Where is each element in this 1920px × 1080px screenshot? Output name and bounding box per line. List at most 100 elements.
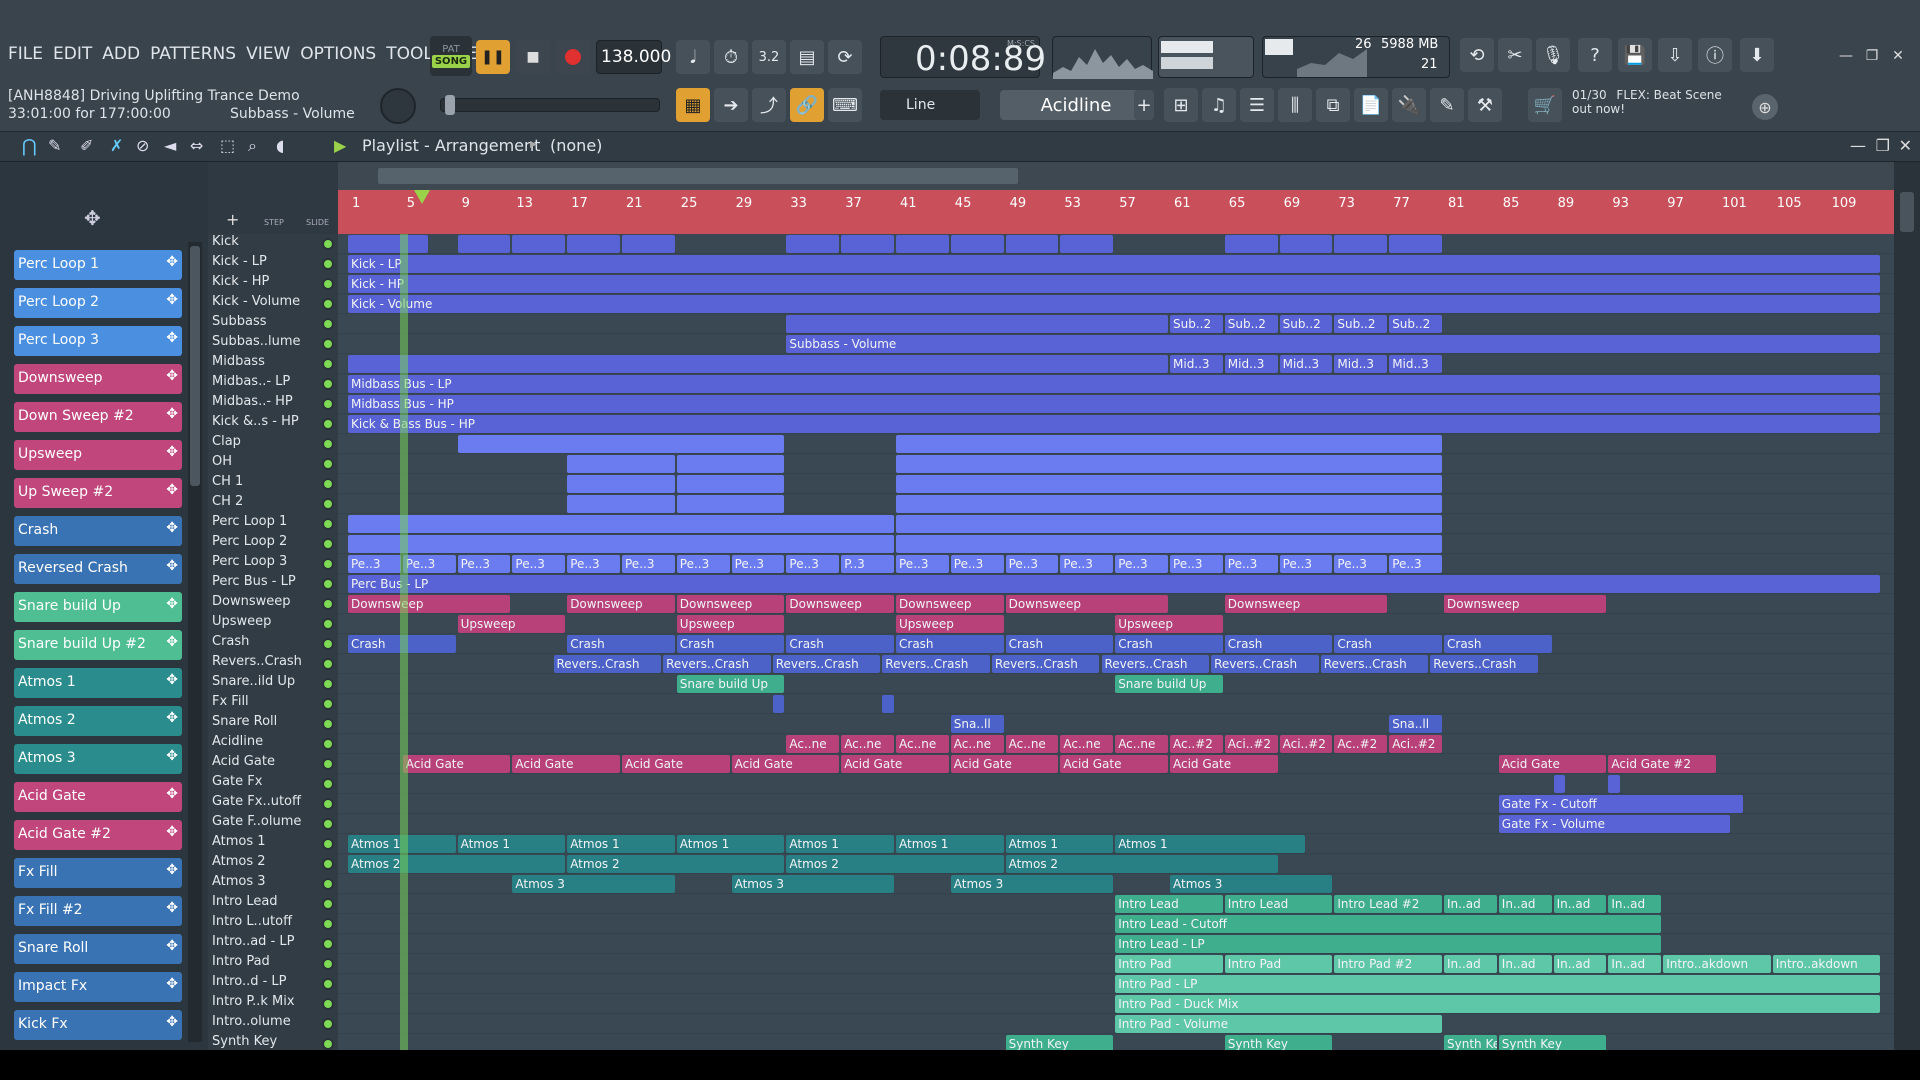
playlist-clip[interactable]: Atmos 3 — [950, 875, 1114, 893]
pattern-move-icon[interactable]: ✥ — [166, 938, 178, 954]
playlist-clip[interactable]: Pe..3 — [1115, 555, 1168, 573]
playlist-clip[interactable]: Pe..3 — [950, 555, 1004, 573]
pattern-item[interactable]: Fx Fill ✥ — [14, 858, 182, 888]
playlist-clip[interactable]: Gate Fx - Volume — [1498, 815, 1730, 833]
track-header[interactable]: Snare..ild Up — [212, 674, 338, 694]
track-lane[interactable]: Intro Pad - LP — [338, 974, 1894, 994]
playlist-clip[interactable]: Mid..3 — [1224, 355, 1278, 373]
playlist-clip[interactable]: Pe..3 — [1389, 555, 1442, 573]
playlist-clip[interactable] — [882, 695, 894, 713]
playlist-clip[interactable]: Acid Gate — [1498, 755, 1607, 773]
track-mute-led[interactable] — [322, 358, 334, 370]
playlist-clip[interactable]: Aci..#2 — [1279, 735, 1333, 753]
pattern-item[interactable]: Reversed Crash ✥ — [14, 554, 182, 584]
playlist-clip[interactable]: Mid..3 — [1279, 355, 1333, 373]
info-icon[interactable]: ⓘ — [1698, 38, 1732, 72]
menu-file[interactable]: FILE — [8, 44, 43, 64]
menu-patterns[interactable]: PATTERNS — [150, 44, 236, 64]
track-mute-led[interactable] — [322, 458, 334, 470]
playlist-clip[interactable]: In..ad — [1444, 895, 1497, 913]
pattern-selector[interactable]: Acidline — [1000, 90, 1152, 120]
playlist-clip[interactable]: Intro Lead — [1115, 895, 1223, 913]
pattern-item[interactable]: Impact Fx ✥ — [14, 972, 182, 1002]
pattern-item[interactable]: Fx Fill #2 ✥ — [14, 896, 182, 926]
playlist-clip[interactable] — [896, 535, 1442, 553]
playlist-clip[interactable]: Atmos 1 — [567, 835, 675, 853]
track-header[interactable]: CH 1 — [212, 474, 338, 494]
playlist-clip[interactable]: Downsweep — [1224, 595, 1388, 613]
pattern-item[interactable]: Perc Loop 2 ✥ — [14, 288, 182, 318]
add-track-icon[interactable]: + — [226, 210, 239, 229]
playlist-clip[interactable] — [841, 235, 894, 253]
link-icon[interactable]: 🔗 — [790, 88, 824, 122]
pattern-item[interactable]: Snare Roll ✥ — [14, 934, 182, 964]
track-header[interactable]: Snare Roll — [212, 714, 338, 734]
browser-icon[interactable]: ☰ — [1240, 88, 1274, 122]
playlist-clip[interactable]: Revers..Crash — [1211, 655, 1319, 673]
playlist-clip[interactable]: In..ad — [1608, 895, 1662, 913]
playlist-clip[interactable]: Downsweep — [896, 595, 1004, 613]
playlist-close-button[interactable]: ✕ — [1899, 136, 1912, 155]
playlist-clip[interactable] — [1060, 235, 1114, 253]
track-header[interactable]: Perc Loop 1 — [212, 514, 338, 534]
track-mute-led[interactable] — [322, 558, 334, 570]
track-mute-led[interactable] — [322, 978, 334, 990]
track-mute-led[interactable] — [322, 898, 334, 910]
record-button[interactable] — [556, 40, 590, 74]
playlist-clip[interactable]: Revers..Crash — [772, 655, 881, 673]
track-mute-led[interactable] — [322, 538, 334, 550]
track-header[interactable]: Kick &..s - HP — [212, 414, 338, 434]
track-lane[interactable]: Kick - Volume — [338, 294, 1894, 314]
playlist-clip[interactable]: Atmos 1 — [896, 835, 1004, 853]
playlist-clip[interactable]: P..3 — [841, 555, 894, 573]
time-display[interactable]: 0:08:89 M:S:CS — [880, 36, 1046, 79]
track-lane[interactable]: Gate Fx - Volume — [338, 814, 1894, 834]
track-header[interactable]: Crash — [212, 634, 338, 654]
playlist-clip[interactable] — [457, 435, 785, 453]
playlist-clip[interactable]: Kick - HP — [348, 275, 1881, 293]
track-mute-led[interactable] — [322, 1038, 334, 1050]
playlist-clip[interactable]: Acid Gate — [512, 755, 620, 773]
playlist-clip[interactable]: Pe..3 — [567, 555, 620, 573]
tool-zoom-icon[interactable]: ⌕ — [248, 136, 257, 156]
news-panel[interactable]: 01/30 FLEX: Beat Scene out now! — [1572, 88, 1772, 128]
playlist-clip[interactable]: Crash — [1115, 635, 1223, 653]
playlist-clip[interactable] — [896, 455, 1442, 473]
play-button[interactable]: ❚❚ — [476, 40, 510, 74]
pattern-move-icon[interactable]: ✥ — [166, 444, 178, 460]
track-header[interactable]: Gate Fx..utoff — [212, 794, 338, 814]
playlist-clip[interactable]: Midbass Bus - HP — [348, 395, 1881, 413]
track-header[interactable]: Gate F..olume — [212, 814, 338, 834]
playlist-clip[interactable]: Sub..2 — [1389, 315, 1442, 333]
playlist-clip[interactable]: Synth Key — [1005, 1035, 1114, 1050]
playlist-clip[interactable]: Revers..Crash — [882, 655, 990, 673]
glide-icon[interactable]: ⤴ — [752, 88, 786, 122]
pattern-item[interactable]: Snare build Up #2 ✥ — [14, 630, 182, 660]
playlist-clip[interactable]: Crash — [1005, 635, 1114, 653]
track-mute-led[interactable] — [322, 738, 334, 750]
refresh-icon[interactable]: ⟲ — [1460, 38, 1494, 72]
track-mute-led[interactable] — [322, 518, 334, 530]
track-mute-led[interactable] — [322, 498, 334, 510]
channel-rack-icon[interactable]: ⊞ — [1164, 88, 1198, 122]
playlist-clip[interactable]: Pe..3 — [1334, 555, 1388, 573]
microphone-icon[interactable]: 🎙 — [1536, 38, 1570, 72]
playlist-clip[interactable]: Aci..#2 — [1224, 735, 1278, 753]
pattern-move-icon[interactable]: ✥ — [166, 900, 178, 916]
pattern-item[interactable]: Perc Loop 3 ✥ — [14, 326, 182, 356]
track-lane[interactable]: Midbass Bus - HP — [338, 394, 1894, 414]
track-lane[interactable]: Intro Pad - Duck Mix — [338, 994, 1894, 1014]
brush-icon[interactable]: ✎ — [1430, 88, 1464, 122]
playlist-clip[interactable]: Midbass Bus - LP — [348, 375, 1881, 393]
track-mute-led[interactable] — [322, 818, 334, 830]
countdown-icon[interactable]: 3.2 — [752, 40, 786, 74]
playlist-clip[interactable]: Pe..3 — [896, 555, 949, 573]
track-mute-led[interactable] — [322, 918, 334, 930]
playlist-clip[interactable] — [348, 535, 894, 553]
playlist-clip[interactable]: Sub..2 — [1170, 315, 1223, 333]
playlist-clip[interactable]: Acid Gate — [950, 755, 1059, 773]
playlist-clip[interactable]: Perc Bus - LP — [348, 575, 1881, 593]
track-header[interactable]: Intro..olume — [212, 1014, 338, 1034]
playlist-clip[interactable]: Mid..3 — [1389, 355, 1442, 373]
tool-playback-icon[interactable]: ◖ — [276, 136, 284, 155]
